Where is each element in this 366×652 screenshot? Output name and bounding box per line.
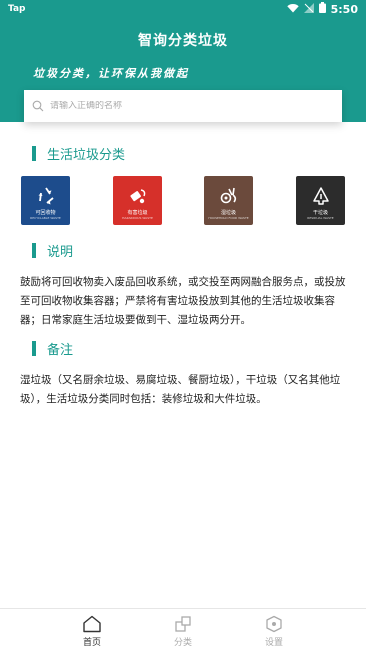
bin-food-waste[interactable]: 湿垃圾 HOUSEHOLD FOOD WASTE <box>204 176 253 225</box>
description-text: 鼓励将可回收物卖入废品回收系统，或交投至两网融合服务点，或投放至可回收物收集容器… <box>20 276 346 326</box>
section-title: 生活垃圾分类 <box>47 148 126 163</box>
home-icon <box>83 615 101 633</box>
section-accent-bar <box>32 243 36 258</box>
section-title: 备注 <box>47 343 74 358</box>
search-bar[interactable] <box>24 90 342 122</box>
tab-home[interactable]: 首页 <box>62 615 122 648</box>
settings-icon <box>266 615 282 633</box>
slogan: 垃圾分类，让环保从我做起 <box>33 67 189 80</box>
status-carrier: Tap <box>8 4 26 14</box>
tab-settings[interactable]: 设置 <box>244 615 304 648</box>
wifi-icon <box>286 3 299 16</box>
hazardous-icon <box>129 189 145 204</box>
status-time: 5:50 <box>330 2 358 16</box>
notes-text: 湿垃圾（又名厨余垃圾、易腐垃圾、餐厨垃圾），干垃圾（又名其他垃圾），生活垃圾分类… <box>20 374 341 405</box>
tab-label: 设置 <box>264 638 283 648</box>
bin-sublabel: HAZARDOUS WASTE <box>122 216 153 220</box>
page-title: 智询分类垃圾 <box>138 33 228 49</box>
tab-label: 首页 <box>82 638 101 648</box>
search-icon <box>32 97 44 116</box>
bin-list: 可回收物 RECYCLABLE WASTE 有害垃圾 HAZARDOUS WAS… <box>0 176 366 225</box>
bin-sublabel: RESIDUAL WASTE <box>307 216 334 220</box>
signal-icon <box>303 2 314 16</box>
bin-recyclable[interactable]: 可回收物 RECYCLABLE WASTE <box>21 176 70 225</box>
section-accent-bar <box>32 146 36 161</box>
bin-residual[interactable]: 干垃圾 RESIDUAL WASTE <box>296 176 345 225</box>
battery-icon <box>318 2 326 16</box>
section-household-header: 生活垃圾分类 <box>32 144 125 163</box>
section-title: 说明 <box>47 245 74 260</box>
section-description-header: 说明 <box>32 241 73 260</box>
tab-category[interactable]: 分类 <box>153 615 213 648</box>
search-input[interactable] <box>50 101 310 111</box>
food-waste-icon <box>220 187 236 204</box>
residual-waste-icon <box>312 187 329 205</box>
status-indicators: 5:50 <box>286 2 358 16</box>
bin-hazardous[interactable]: 有害垃圾 HAZARDOUS WASTE <box>113 176 162 225</box>
section-accent-bar <box>32 341 36 356</box>
section-notes-header: 备注 <box>32 339 73 358</box>
status-bar: Tap 5:50 <box>0 0 366 22</box>
bin-sublabel: RECYCLABLE WASTE <box>30 216 61 220</box>
recycle-icon <box>38 187 54 205</box>
bottom-tab-bar: 首页 分类 设置 <box>0 608 366 652</box>
category-icon <box>175 616 191 632</box>
bin-sublabel: HOUSEHOLD FOOD WASTE <box>208 216 249 220</box>
tab-label: 分类 <box>173 638 192 648</box>
